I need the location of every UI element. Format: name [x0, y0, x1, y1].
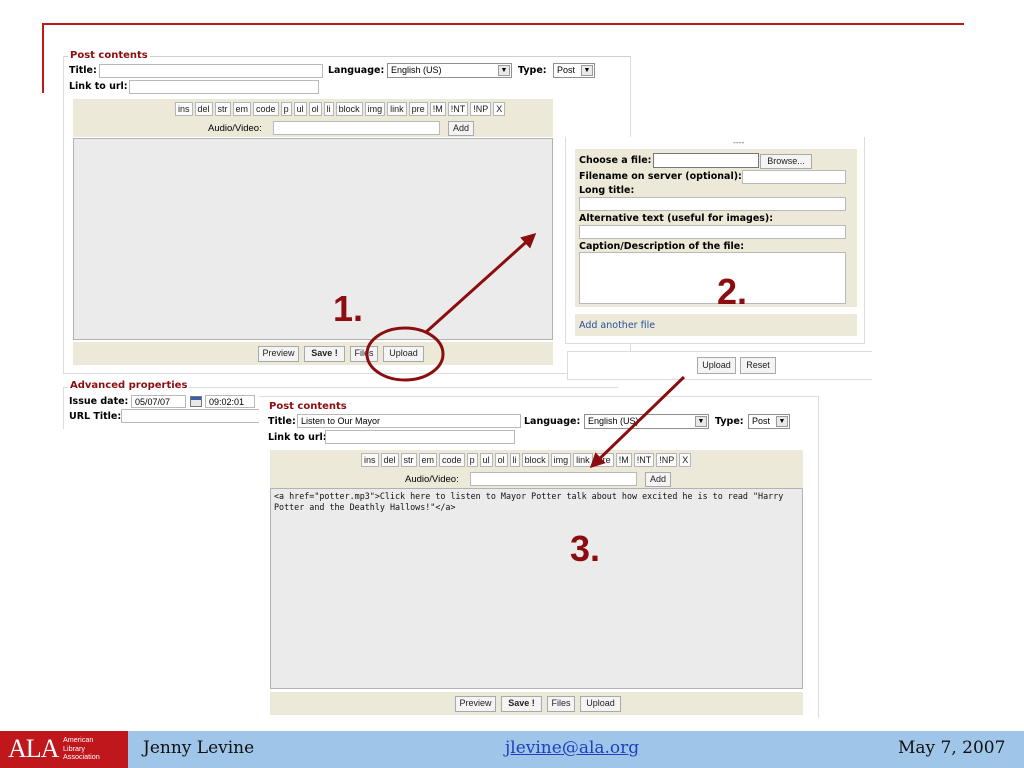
- ala-logo-text: ALA: [8, 734, 59, 763]
- ala-logo-subtitle: American Library Association: [63, 735, 100, 761]
- step-3-label: 3.: [570, 528, 601, 569]
- arrow-to-editor: [589, 375, 686, 469]
- step-2-label: 2.: [717, 271, 748, 312]
- annotation-overlay: [365, 232, 686, 469]
- presentation-date: May 7, 2007: [898, 738, 1006, 758]
- arrow-to-upload-panel: [423, 232, 537, 335]
- ala-logo: ALA American Library Association: [0, 731, 128, 768]
- upload-highlight-circle: [365, 326, 445, 382]
- step-1-label: 1.: [333, 288, 364, 329]
- presenter-email-link[interactable]: jlevine@ala.org: [505, 738, 639, 758]
- presenter-name: Jenny Levine: [143, 738, 255, 758]
